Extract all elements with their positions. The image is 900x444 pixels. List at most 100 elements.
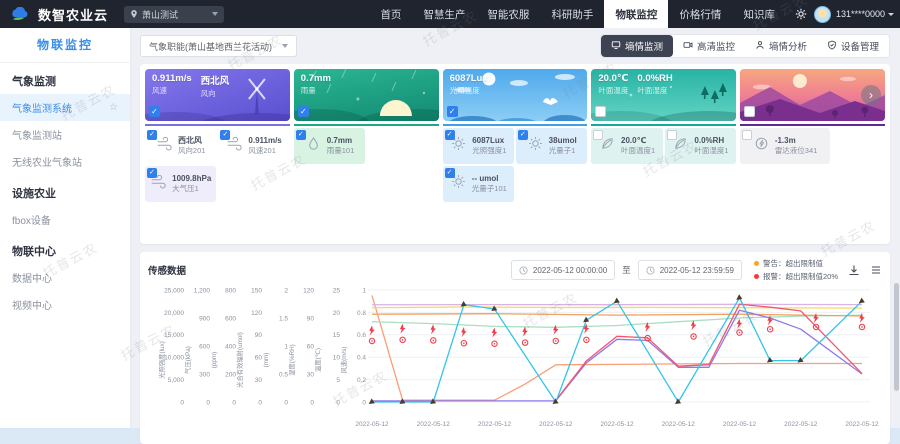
gear-icon <box>795 8 807 20</box>
sidebar-item-label: 气象监测站 <box>12 127 62 142</box>
monitor-tabs: 墒情监测高清监控墒情分析设备管理 <box>600 34 890 58</box>
sun-icon <box>527 135 544 152</box>
nav-item[interactable]: 智慧生产 <box>412 0 476 28</box>
chip-checkbox[interactable]: ✓ <box>147 130 157 140</box>
svg-text:0.8: 0.8 <box>357 310 366 317</box>
chip-checkbox[interactable]: ✓ <box>220 130 230 140</box>
card-checkbox[interactable]: ✓ <box>149 106 160 117</box>
svg-text:0: 0 <box>258 399 262 406</box>
tab-设备管理[interactable]: 设备管理 <box>817 35 889 57</box>
sidebar-item[interactable]: 气象监测系统☆ <box>0 94 130 121</box>
date-from-input[interactable]: 2022-05-12 00:00:00 <box>511 260 615 280</box>
download-button[interactable] <box>848 264 860 276</box>
chart-type-button[interactable] <box>870 264 882 276</box>
nav-item[interactable]: 知识库 <box>732 0 786 28</box>
card-checkbox[interactable] <box>744 106 755 117</box>
svg-text:15: 15 <box>333 332 341 339</box>
brand-logo-icon <box>10 7 32 22</box>
date-to-input[interactable]: 2022-05-12 23:59:59 <box>638 260 742 280</box>
card-value: 0.0%RH <box>637 73 672 84</box>
chip-group: 20.0℃叶面温度10.0%RH叶面湿度1 <box>591 124 736 164</box>
person-icon <box>755 40 765 50</box>
svg-text:400: 400 <box>225 343 236 350</box>
chip-text: -- umol光量子101 <box>472 174 507 193</box>
chip-checkbox[interactable] <box>742 130 752 140</box>
location-select[interactable]: 萧山测试 <box>124 6 224 23</box>
chip-name: 光量子101 <box>472 184 507 193</box>
card-checkbox[interactable]: ✓ <box>298 106 309 117</box>
svg-text:0: 0 <box>362 399 366 406</box>
sidebar-item[interactable]: 视频中心 <box>0 291 130 318</box>
device-select[interactable]: 气象职能(萧山基地西兰花活动) <box>140 35 297 57</box>
tab-墒情分析[interactable]: 墒情分析 <box>745 35 817 57</box>
chevron-down-icon <box>212 12 218 16</box>
sidebar-item[interactable]: 气象监测站 <box>0 121 130 148</box>
chip-checkbox[interactable] <box>593 130 603 140</box>
sensor-chip: -1.3m雷达液位341 <box>740 128 830 164</box>
camera-icon <box>683 40 693 50</box>
star-icon[interactable]: ☆ <box>109 102 118 113</box>
svg-text:120: 120 <box>303 287 314 294</box>
chip-group: -1.3m雷达液位341 <box>740 124 885 164</box>
svg-text:20: 20 <box>333 310 341 317</box>
nav-item[interactable]: 价格行情 <box>668 0 732 28</box>
card-values: 0.7mm雨量 <box>301 73 331 96</box>
chip-checkbox[interactable]: ✓ <box>445 130 455 140</box>
svg-text:600: 600 <box>225 315 236 322</box>
chip-checkbox[interactable]: ✓ <box>147 168 157 178</box>
chip-name: 叶面湿度1 <box>694 146 728 155</box>
card-checkbox[interactable] <box>595 106 606 117</box>
svg-text:2022-05-12: 2022-05-12 <box>723 421 757 428</box>
nav-item[interactable]: 智能农服 <box>476 0 540 28</box>
user-menu-chevron-icon[interactable] <box>888 13 894 16</box>
page-scrollbar[interactable] <box>894 283 899 391</box>
carousel-next-button[interactable]: › <box>861 85 881 105</box>
svg-text:0.6: 0.6 <box>357 332 366 339</box>
main-nav: 首页智慧生产智能农服科研助手物联监控价格行情知识库 <box>369 0 786 28</box>
svg-text:0.2: 0.2 <box>357 377 366 384</box>
svg-text:25,000: 25,000 <box>164 287 184 294</box>
svg-text:2: 2 <box>284 287 288 294</box>
weather-card-leaf: 20.0℃叶面温度0.0%RH叶面湿度 <box>591 69 736 121</box>
tab-高清监控[interactable]: 高清监控 <box>673 35 745 57</box>
chip-value: 0.7mm <box>327 136 355 146</box>
chip-name: 光照强度1 <box>472 146 506 155</box>
nav-item[interactable]: 首页 <box>369 0 412 28</box>
card-value: 6087Lux <box>450 73 488 84</box>
sensor-chip: ✓西北风风向201 <box>145 128 216 164</box>
date-to-value: 2022-05-12 23:59:59 <box>660 266 734 275</box>
legend-label: 报警：超出限制值20% <box>763 271 838 282</box>
nav-item[interactable]: 科研助手 <box>540 0 604 28</box>
chip-checkbox[interactable]: ✓ <box>518 130 528 140</box>
card-label: 叶面湿度 <box>637 85 672 96</box>
sidebar-item[interactable]: fbox设备 <box>0 206 130 233</box>
weather-card-wind: 0.911m/s风速西北风风向✓ <box>145 69 290 121</box>
tab-墒情监测[interactable]: 墒情监测 <box>601 35 673 57</box>
tab-label: 墒情监测 <box>625 39 663 53</box>
sensor-line-chart: 05,00010,00015,00020,00025,000光照强度(lux)0… <box>148 282 880 434</box>
list-icon <box>870 264 882 276</box>
location-pin-icon <box>130 9 138 19</box>
chip-name: 风向201 <box>178 146 206 155</box>
alert-legend: 警告：超出限制值报警：超出限制值20% <box>754 258 838 282</box>
chip-group: ✓西北风风向201✓0.911m/s风速201✓1009.8hPa大气压1 <box>145 124 290 202</box>
clock-icon <box>519 266 528 275</box>
card-checkbox[interactable]: ✓ <box>447 106 458 117</box>
legend-dot-icon <box>754 261 759 266</box>
sidebar-item[interactable]: 无线农业气象站 <box>0 148 130 175</box>
chip-checkbox[interactable]: ✓ <box>296 130 306 140</box>
sidebar-item[interactable]: 数据中心 <box>0 264 130 291</box>
user-name[interactable]: 131****0000 <box>836 9 885 19</box>
card-values: 20.0℃叶面温度0.0%RH叶面湿度 <box>598 73 672 96</box>
chip-name: 雷达液位341 <box>775 146 818 155</box>
card-label: 风向 <box>201 88 230 99</box>
chip-text: -1.3m雷达液位341 <box>775 136 818 155</box>
chip-text: 0.7mm雨量101 <box>327 136 355 155</box>
nav-item[interactable]: 物联监控 <box>604 0 668 28</box>
chip-name: 光量子1 <box>549 146 577 155</box>
svg-text:2022-05-12: 2022-05-12 <box>784 421 818 428</box>
chip-checkbox[interactable] <box>667 130 677 140</box>
user-avatar[interactable] <box>814 6 831 23</box>
chip-checkbox[interactable]: ✓ <box>445 168 455 178</box>
settings-button[interactable] <box>795 8 807 20</box>
